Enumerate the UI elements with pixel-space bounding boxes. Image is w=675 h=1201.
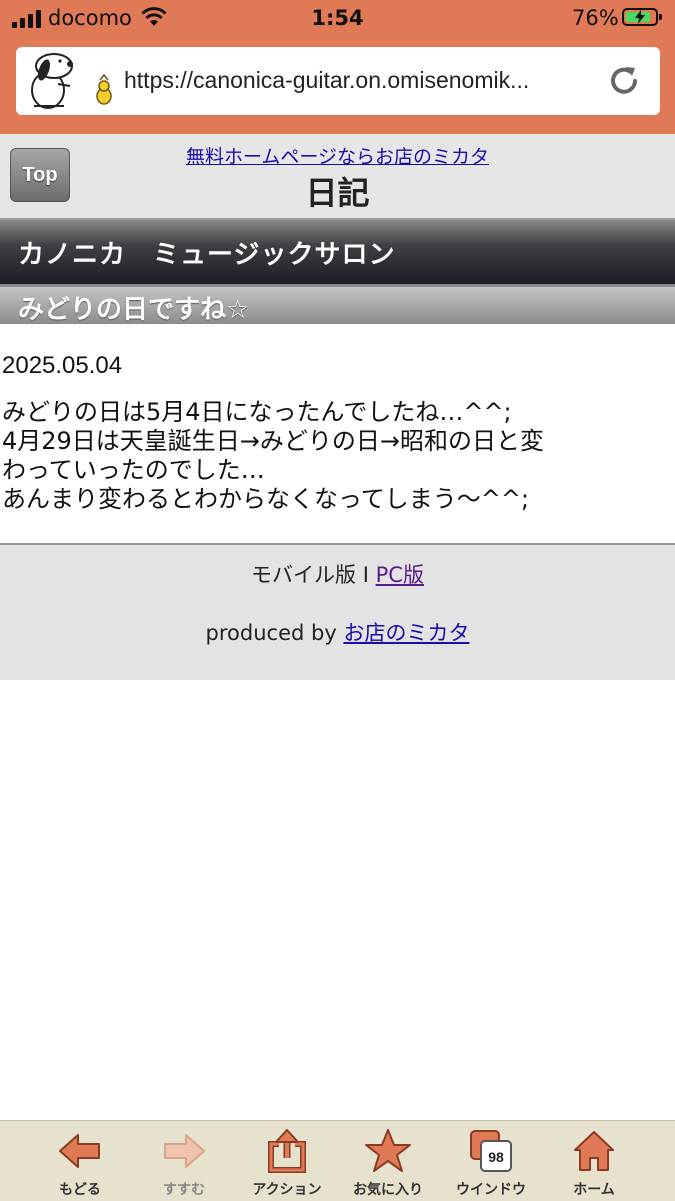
windows-icon: 98 <box>441 1127 541 1175</box>
home-label: ホーム <box>573 1182 615 1198</box>
shop-name: カノニカ ミュージックサロン <box>18 240 396 270</box>
back-label: もどる <box>59 1182 101 1198</box>
action-button[interactable]: アクション <box>237 1127 337 1199</box>
produced-by-link[interactable]: お店のミカタ <box>343 621 469 645</box>
favorites-label: お気に入り <box>353 1182 423 1198</box>
page-header: Top 無料ホームページならお店のミカタ 日記 <box>0 134 675 220</box>
browser-toolbar: もどる すすむ アクション お気に入り 98 ウインドウ ホーム <box>0 1120 675 1201</box>
url-text[interactable]: https://canonica-guitar.on.omisenomik... <box>124 67 604 94</box>
window-button[interactable]: 98 ウインドウ <box>441 1127 541 1199</box>
battery-percent: 76% <box>572 6 619 30</box>
forward-button[interactable]: すすむ <box>134 1127 234 1199</box>
post-line: 4月29日は天皇誕生日→みどりの日→昭和の日と変 <box>2 427 545 455</box>
separator: I <box>362 563 369 587</box>
window-label: ウインドウ <box>456 1182 526 1198</box>
home-button[interactable]: ホーム <box>544 1127 644 1199</box>
reload-icon[interactable] <box>606 63 642 103</box>
dog-mascot-icon <box>24 50 116 116</box>
post-line: わっていったのでした… <box>2 456 265 484</box>
mobile-version-label: モバイル版 <box>251 563 357 587</box>
produced-by: produced by お店のミカタ <box>0 617 675 647</box>
page-footer: モバイル版 I PC版 produced by お店のミカタ <box>0 543 675 680</box>
page-title: 日記 <box>305 174 370 212</box>
back-arrow-icon <box>30 1127 130 1175</box>
pc-version-link[interactable]: PC版 <box>376 563 424 587</box>
forward-arrow-icon <box>134 1127 234 1175</box>
article-title-bar: みどりの日ですね☆ <box>0 287 675 325</box>
address-bar[interactable]: https://canonica-guitar.on.omisenomik... <box>16 47 660 115</box>
home-icon <box>544 1127 644 1175</box>
favorites-button[interactable]: お気に入り <box>338 1127 438 1199</box>
ad-link[interactable]: 無料ホームページならお店のミカタ <box>0 142 675 169</box>
back-button[interactable]: もどる <box>30 1127 130 1199</box>
post-line: みどりの日は5月4日になったんでしたね…^^; <box>2 398 512 426</box>
window-count: 98 <box>488 1149 504 1165</box>
battery-charging-icon <box>622 8 662 26</box>
shop-name-bar: カノニカ ミュージックサロン <box>0 220 675 287</box>
version-switch: モバイル版 I PC版 <box>0 559 675 589</box>
action-label: アクション <box>252 1182 322 1198</box>
star-icon <box>338 1127 438 1175</box>
article-title: みどりの日ですね☆ <box>18 295 250 325</box>
post-date: 2025.05.04 <box>2 352 123 379</box>
forward-label: すすむ <box>163 1182 205 1198</box>
post-line: あんまり変わるとわからなくなってしまう〜^^; <box>2 485 530 513</box>
produced-by-label: produced by <box>205 621 337 645</box>
browser-address-area: https://canonica-guitar.on.omisenomik... <box>0 38 675 134</box>
post-body: みどりの日は5月4日になったんでしたね…^^; 4月29日は天皇誕生日→みどりの… <box>2 398 662 514</box>
status-bar: docomo 1:54 76% <box>0 0 675 38</box>
share-icon <box>237 1127 337 1175</box>
